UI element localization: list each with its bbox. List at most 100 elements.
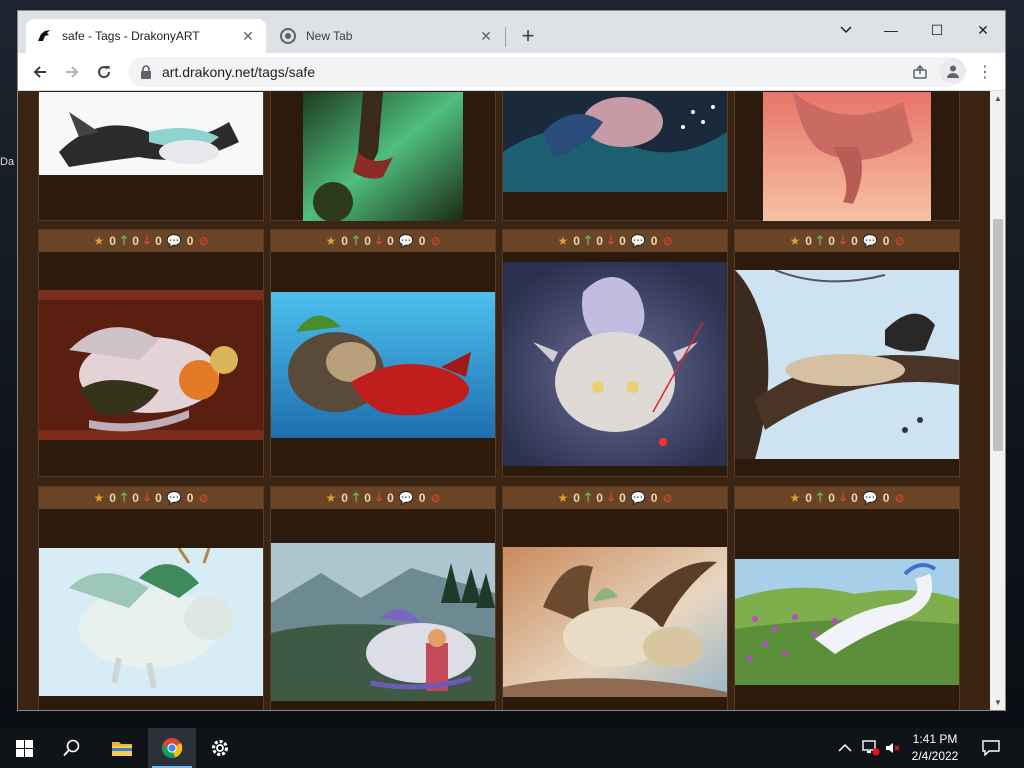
upvote-arrow-icon[interactable]: 🡑 (121, 488, 127, 509)
upvote-arrow-icon[interactable]: 🡑 (121, 231, 127, 252)
comments-icon[interactable]: 💬 (167, 491, 182, 505)
gallery-card[interactable] (270, 91, 496, 221)
artwork-thumbnail[interactable] (39, 290, 263, 440)
artwork-thumbnail[interactable] (503, 92, 727, 192)
artwork-thumbnail[interactable] (303, 92, 463, 221)
gallery-card[interactable]: ★ 0 🡑 0 🡓 0 💬 0 ⊘ (734, 229, 960, 477)
card-stats-bar: ★ 0 🡑 0 🡓 0 💬 0 ⊘ (735, 487, 959, 509)
network-icon[interactable] (862, 728, 880, 768)
artwork-thumbnail[interactable] (503, 547, 727, 697)
hide-eye-icon[interactable]: ⊘ (198, 234, 208, 248)
minimize-button[interactable]: — (871, 15, 911, 45)
gallery-card[interactable] (38, 91, 264, 221)
comments-count: 0 (418, 491, 426, 505)
kebab-menu-icon[interactable]: ⋮ (973, 58, 997, 86)
comments-icon[interactable]: 💬 (631, 491, 646, 505)
gallery-card[interactable]: ★ 0 🡑 0 🡓 0 💬 0 ⊘ (270, 229, 496, 477)
gallery-card[interactable]: ★ 0 🡑 0 🡓 0 💬 0 ⊘ (502, 486, 728, 710)
downvote-arrow-icon[interactable]: 🡓 (144, 488, 150, 509)
artwork-thumbnail[interactable] (735, 270, 959, 459)
address-bar[interactable]: art.drakony.net/tags/safe (128, 57, 962, 87)
upvote-arrow-icon[interactable]: 🡑 (585, 488, 591, 509)
comments-icon[interactable]: 💬 (167, 234, 182, 248)
comments-icon[interactable]: 💬 (399, 491, 414, 505)
lock-icon[interactable] (138, 64, 154, 80)
downvote-arrow-icon[interactable]: 🡓 (376, 488, 382, 509)
volume-muted-icon[interactable] (884, 728, 900, 768)
page-scrollbar[interactable]: ▲ ▼ (990, 91, 1005, 710)
hide-eye-icon[interactable]: ⊘ (894, 491, 904, 505)
comments-icon[interactable]: 💬 (631, 234, 646, 248)
tab-drakonyart[interactable]: safe - Tags - DrakonyART ✕ (26, 19, 266, 53)
scroll-down-icon[interactable]: ▼ (990, 695, 1005, 710)
forward-icon[interactable] (58, 58, 86, 86)
share-icon[interactable] (906, 58, 934, 86)
close-tab-icon[interactable]: ✕ (240, 28, 256, 44)
upvote-arrow-icon[interactable]: 🡑 (353, 231, 359, 252)
upvote-arrow-icon[interactable]: 🡑 (585, 231, 591, 252)
gallery-card[interactable]: ★ 0 🡑 0 🡓 0 💬 0 ⊘ (38, 229, 264, 477)
artwork-thumbnail[interactable] (271, 292, 495, 438)
artwork-thumbnail[interactable] (39, 92, 263, 175)
comments-icon[interactable]: 💬 (863, 234, 878, 248)
notifications-icon[interactable] (982, 728, 1000, 768)
downvote-arrow-icon[interactable]: 🡓 (376, 231, 382, 252)
artwork-thumbnail[interactable] (735, 559, 959, 685)
artwork-thumbnail[interactable] (763, 92, 931, 221)
search-icon[interactable] (48, 728, 96, 768)
favorite-star-icon[interactable]: ★ (93, 234, 104, 248)
profile-avatar-icon[interactable] (940, 58, 966, 84)
favorite-star-icon[interactable]: ★ (789, 491, 800, 505)
file-explorer-icon[interactable] (98, 728, 146, 768)
tab-new-tab[interactable]: New Tab ✕ (270, 19, 504, 53)
upvotes-count: 0 (132, 234, 139, 248)
favorite-star-icon[interactable]: ★ (789, 234, 800, 248)
favorite-star-icon[interactable]: ★ (93, 491, 104, 505)
back-icon[interactable] (26, 58, 54, 86)
artwork-thumbnail[interactable] (271, 543, 495, 701)
close-window-button[interactable]: ✕ (963, 15, 1003, 45)
scroll-up-icon[interactable]: ▲ (990, 91, 1005, 107)
downvote-arrow-icon[interactable]: 🡓 (608, 231, 614, 252)
scrollbar-thumb[interactable] (993, 219, 1003, 451)
system-clock[interactable]: 1:41 PM 2/4/2022 (905, 731, 965, 765)
show-hidden-icons-chevron-icon[interactable] (838, 728, 852, 768)
gallery-card[interactable]: ★ 0 🡑 0 🡓 0 💬 0 ⊘ (734, 486, 960, 710)
comments-icon[interactable]: 💬 (399, 234, 414, 248)
upvotes-count: 0 (132, 491, 139, 505)
reload-icon[interactable] (90, 58, 118, 86)
new-tab-button[interactable]: + (515, 24, 541, 50)
hide-eye-icon[interactable]: ⊘ (430, 491, 440, 505)
favorite-star-icon[interactable]: ★ (325, 491, 336, 505)
hide-eye-icon[interactable]: ⊘ (430, 234, 440, 248)
upvote-arrow-icon[interactable]: 🡑 (817, 231, 823, 252)
gallery-card[interactable]: ★ 0 🡑 0 🡓 0 💬 0 ⊘ (502, 229, 728, 477)
downvote-arrow-icon[interactable]: 🡓 (608, 488, 614, 509)
close-tab-icon[interactable]: ✕ (478, 28, 494, 44)
maximize-button[interactable]: ☐ (917, 15, 957, 45)
chrome-favicon-icon (280, 28, 296, 44)
favorite-star-icon[interactable]: ★ (325, 234, 336, 248)
artwork-thumbnail[interactable] (503, 262, 727, 466)
hide-eye-icon[interactable]: ⊘ (662, 491, 672, 505)
comments-icon[interactable]: 💬 (863, 491, 878, 505)
downvote-arrow-icon[interactable]: 🡓 (840, 488, 846, 509)
hide-eye-icon[interactable]: ⊘ (894, 234, 904, 248)
favorite-star-icon[interactable]: ★ (557, 491, 568, 505)
windows-start-icon[interactable] (0, 728, 48, 768)
upvote-arrow-icon[interactable]: 🡑 (817, 488, 823, 509)
gallery-card[interactable]: ★ 0 🡑 0 🡓 0 💬 0 ⊘ (270, 486, 496, 710)
gallery-card[interactable]: ★ 0 🡑 0 🡓 0 💬 0 ⊘ (38, 486, 264, 710)
artwork-thumbnail[interactable] (39, 548, 263, 696)
favorite-star-icon[interactable]: ★ (557, 234, 568, 248)
downvote-arrow-icon[interactable]: 🡓 (144, 231, 150, 252)
tab-search-icon[interactable] (826, 15, 866, 45)
gallery-card[interactable] (502, 91, 728, 221)
chrome-taskbar-icon[interactable] (148, 728, 196, 768)
settings-gear-icon[interactable] (196, 728, 244, 768)
hide-eye-icon[interactable]: ⊘ (198, 491, 208, 505)
gallery-card[interactable] (734, 91, 960, 221)
upvote-arrow-icon[interactable]: 🡑 (353, 488, 359, 509)
hide-eye-icon[interactable]: ⊘ (662, 234, 672, 248)
downvote-arrow-icon[interactable]: 🡓 (840, 231, 846, 252)
